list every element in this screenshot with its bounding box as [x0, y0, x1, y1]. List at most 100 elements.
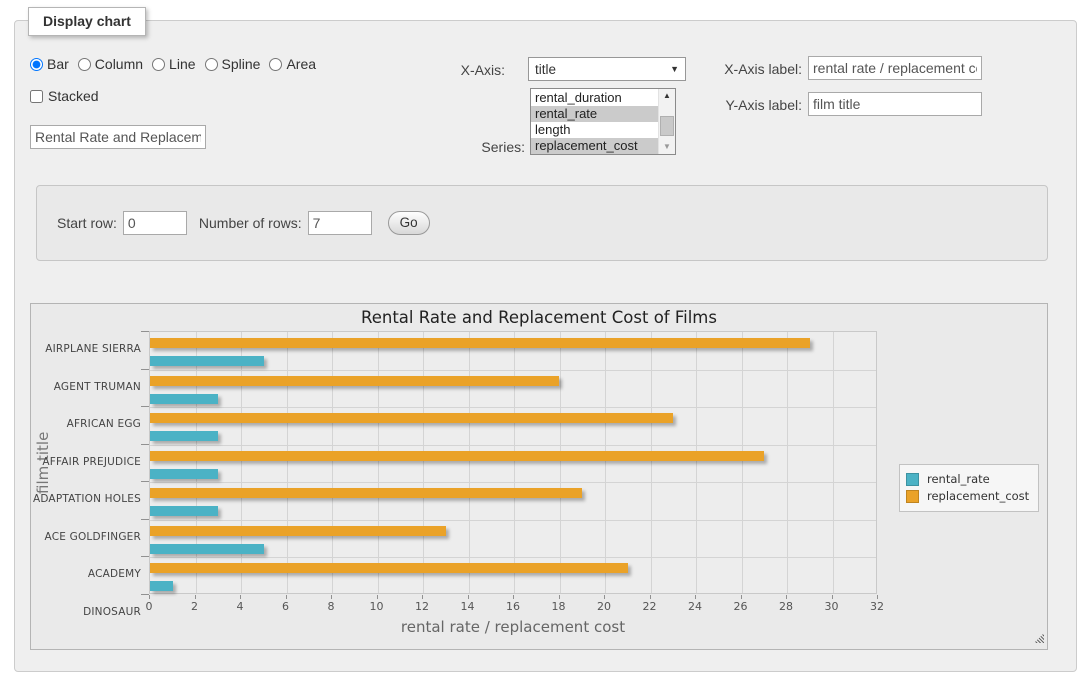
series-option-replacement_cost[interactable]: replacement_cost	[531, 138, 658, 154]
y-tick	[141, 444, 149, 445]
x-tick	[149, 595, 150, 599]
category-label: ACE GOLDFINGER	[31, 519, 141, 557]
chart-legend: rental_rate replacement_cost	[899, 464, 1039, 512]
gridline	[150, 557, 876, 558]
gridline	[560, 332, 561, 593]
gridline	[696, 332, 697, 593]
gridline	[423, 332, 424, 593]
x-tick	[650, 595, 651, 599]
chart-type-option-line: Line	[152, 56, 195, 72]
resize-handle-icon[interactable]	[1034, 633, 1044, 643]
x-tick-label: 28	[771, 600, 801, 613]
chart-type-radio-label: Area	[286, 56, 316, 72]
gridline	[651, 332, 652, 593]
x-tick	[513, 595, 514, 599]
gridline	[514, 332, 515, 593]
chart-type-option-column: Column	[78, 56, 143, 72]
chart-type-radio-group: Bar Column Line Spline Area	[30, 56, 325, 72]
y-tick	[141, 331, 149, 332]
gridline	[196, 332, 197, 593]
start-row-input[interactable]	[123, 211, 187, 235]
chart-type-radio-column[interactable]	[78, 58, 91, 71]
x-tick	[422, 595, 423, 599]
y-axis-label-input[interactable]	[808, 92, 982, 116]
bar-rental_rate	[150, 431, 218, 441]
series-option-rental_rate[interactable]: rental_rate	[531, 106, 658, 122]
bar-replacement_cost	[150, 488, 582, 498]
scroll-down-icon[interactable]: ▼	[659, 140, 675, 153]
bar-rental_rate	[150, 581, 173, 591]
x-tick-label: 12	[407, 600, 437, 613]
chart-type-radio-area[interactable]	[269, 58, 282, 71]
x-tick-label: 30	[817, 600, 847, 613]
gridline	[378, 332, 379, 593]
gridline	[605, 332, 606, 593]
row-range-panel: Start row: Number of rows: Go	[36, 185, 1048, 261]
x-tick-label: 0	[134, 600, 164, 613]
bar-replacement_cost	[150, 563, 628, 573]
gridline	[833, 332, 834, 593]
gridline	[469, 332, 470, 593]
legend-label: replacement_cost	[927, 489, 1029, 503]
chart-type-radio-label: Line	[169, 56, 195, 72]
bar-rental_rate	[150, 544, 264, 554]
chart-type-radio-bar[interactable]	[30, 58, 43, 71]
chart-type-radio-spline[interactable]	[205, 58, 218, 71]
y-tick	[141, 406, 149, 407]
x-tick-label: 6	[271, 600, 301, 613]
y-tick	[141, 481, 149, 482]
category-label: AFRICAN EGG	[31, 406, 141, 444]
bar-replacement_cost	[150, 451, 764, 461]
x-tick-label: 8	[316, 600, 346, 613]
chart-type-radio-label: Spline	[222, 56, 261, 72]
x-tick	[468, 595, 469, 599]
category-label: ACADEMY DINOSAUR	[31, 556, 141, 594]
stacked-checkbox[interactable]	[30, 90, 43, 103]
x-tick	[695, 595, 696, 599]
legend-swatch-icon	[906, 490, 919, 503]
number-of-rows-input[interactable]	[308, 211, 372, 235]
x-axis-select[interactable]: title ▼	[528, 57, 686, 81]
chevron-down-icon: ▼	[670, 64, 679, 74]
gridline	[150, 482, 876, 483]
x-tick-label: 20	[589, 600, 619, 613]
category-label: ADAPTATION HOLES	[31, 481, 141, 519]
x-tick	[604, 595, 605, 599]
x-tick	[877, 595, 878, 599]
stacked-row: Stacked	[30, 88, 99, 104]
gridline	[241, 332, 242, 593]
legend-item-rental_rate: rental_rate	[906, 472, 1029, 486]
chart-type-radio-label: Bar	[47, 56, 69, 72]
scroll-up-icon[interactable]: ▲	[659, 89, 675, 102]
chart-type-radio-line[interactable]	[152, 58, 165, 71]
x-axis-title: rental rate / replacement cost	[149, 618, 877, 636]
chart-title: Rental Rate and Replacement Cost of Film…	[31, 308, 1047, 327]
number-of-rows-label: Number of rows:	[199, 215, 302, 231]
chart-container: Rental Rate and Replacement Cost of Film…	[30, 303, 1048, 650]
x-tick	[786, 595, 787, 599]
scrollbar-thumb[interactable]	[660, 116, 674, 136]
bar-rental_rate	[150, 356, 264, 366]
x-tick-label: 14	[453, 600, 483, 613]
series-scrollbar[interactable]: ▲ ▼	[658, 89, 675, 154]
gridline	[150, 370, 876, 371]
start-row-label: Start row:	[57, 215, 117, 231]
x-tick-label: 26	[726, 600, 756, 613]
y-tick	[141, 594, 149, 595]
series-multiselect[interactable]: rental_durationrental_ratelengthreplacem…	[530, 88, 676, 155]
y-tick	[141, 519, 149, 520]
gridline	[150, 520, 876, 521]
x-axis-label-input[interactable]	[808, 56, 982, 80]
category-label: AIRPLANE SIERRA	[31, 331, 141, 369]
stacked-label: Stacked	[48, 88, 99, 104]
series-options: rental_durationrental_ratelengthreplacem…	[531, 89, 658, 154]
bar-replacement_cost	[150, 338, 810, 348]
go-button[interactable]: Go	[388, 211, 430, 235]
series-option-rental_duration[interactable]: rental_duration	[531, 90, 658, 106]
chart-title-input[interactable]	[30, 125, 206, 149]
x-tick-label: 4	[225, 600, 255, 613]
series-option-length[interactable]: length	[531, 122, 658, 138]
gridline	[150, 445, 876, 446]
gridline	[150, 407, 876, 408]
x-tick	[559, 595, 560, 599]
